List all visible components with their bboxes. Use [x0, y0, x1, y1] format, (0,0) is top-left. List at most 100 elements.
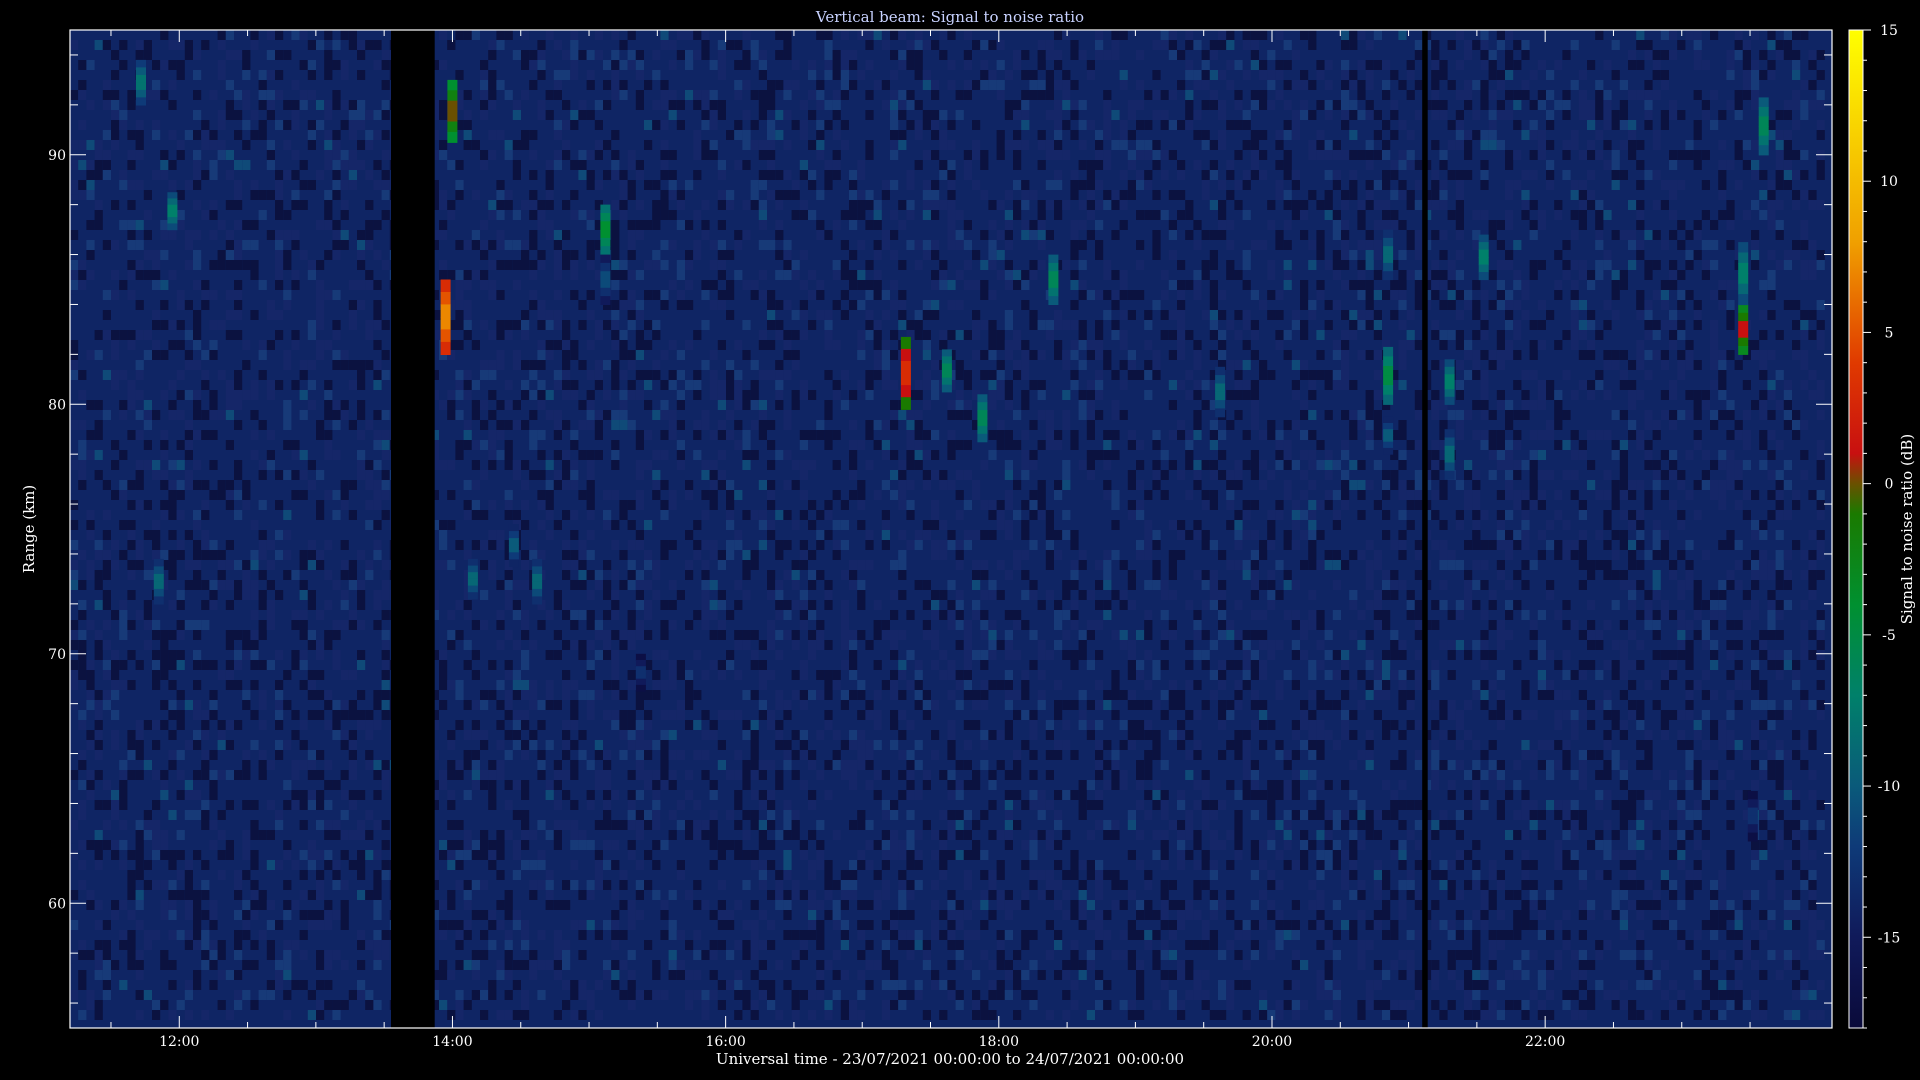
noise-cell — [849, 870, 858, 880]
noise-cell — [463, 510, 472, 520]
noise-cell — [972, 140, 981, 150]
noise-cell — [447, 740, 456, 750]
noise-cell — [152, 880, 161, 890]
noise-cell — [635, 990, 644, 1000]
noise-cell — [570, 620, 579, 630]
noise-cell — [266, 940, 275, 950]
noise-cell — [291, 650, 300, 660]
noise-cell — [283, 400, 292, 410]
noise-cell — [299, 370, 308, 380]
noise-cell — [594, 620, 603, 630]
noise-cell — [644, 600, 653, 610]
noise-cell — [611, 250, 620, 260]
noise-cell — [455, 290, 464, 300]
noise-cell — [70, 280, 79, 290]
noise-cell — [799, 990, 808, 1000]
noise-cell — [1004, 640, 1013, 650]
noise-cell — [439, 190, 448, 200]
noise-cell — [193, 110, 202, 120]
noise-cell — [972, 480, 981, 490]
noise-cell — [1004, 840, 1013, 850]
noise-cell — [898, 870, 907, 880]
noise-cell — [553, 830, 562, 840]
noise-cell — [512, 740, 521, 750]
noise-cell — [348, 670, 357, 680]
noise-cell — [627, 230, 636, 240]
noise-cell — [480, 250, 489, 260]
noise-cell — [1029, 580, 1038, 590]
noise-cell — [980, 190, 989, 200]
noise-cell — [849, 210, 858, 220]
noise-cell — [890, 850, 899, 860]
noise-cell — [767, 370, 776, 380]
noise-cell — [111, 490, 120, 500]
noise-cell — [898, 590, 907, 600]
noise-cell — [791, 1000, 800, 1010]
noise-cell — [521, 620, 530, 630]
noise-cell — [758, 70, 767, 80]
noise-cell — [496, 400, 505, 410]
noise-cell — [824, 690, 833, 700]
noise-cell — [963, 470, 972, 480]
noise-cell — [816, 220, 825, 230]
noise-cell — [906, 650, 915, 660]
noise-cell — [168, 900, 177, 910]
noise-cell — [480, 780, 489, 790]
noise-cell — [709, 490, 718, 500]
noise-cell — [947, 540, 956, 550]
noise-cell — [316, 430, 325, 440]
noise-cell — [857, 520, 866, 530]
noise-cell — [86, 560, 95, 570]
noise-cell — [275, 980, 284, 990]
noise-cell — [972, 180, 981, 190]
noise-cell — [70, 570, 79, 580]
noise-cell — [373, 700, 382, 710]
noise-cell — [127, 380, 136, 390]
noise-cell — [160, 660, 169, 670]
noise-cell — [685, 480, 694, 490]
noise-cell — [152, 840, 161, 850]
noise-cell — [225, 230, 234, 240]
noise-cell — [471, 140, 480, 150]
noise-cell — [701, 610, 710, 620]
noise-cell — [660, 600, 669, 610]
noise-cell — [603, 170, 612, 180]
noise-cell — [316, 770, 325, 780]
noise-cell — [439, 230, 448, 240]
noise-cell — [455, 270, 464, 280]
noise-cell — [242, 640, 251, 650]
noise-cell — [972, 930, 981, 940]
noise-cell — [906, 880, 915, 890]
noise-cell — [553, 900, 562, 910]
noise-cell — [660, 430, 669, 440]
noise-cell — [316, 280, 325, 290]
noise-cell — [603, 810, 612, 820]
noise-cell — [381, 50, 390, 60]
noise-cell — [160, 470, 169, 480]
noise-cell — [717, 200, 726, 210]
noise-cell — [455, 960, 464, 970]
noise-cell — [931, 270, 940, 280]
noise-cell — [1045, 800, 1054, 810]
noise-cell — [767, 940, 776, 950]
noise-cell — [709, 240, 718, 250]
noise-cell — [955, 240, 964, 250]
noise-cell — [873, 240, 882, 250]
noise-cell — [635, 90, 644, 100]
noise-cell — [939, 830, 948, 840]
noise-cell — [767, 620, 776, 630]
noise-cell — [562, 720, 571, 730]
noise-cell — [119, 330, 128, 340]
noise-cell — [242, 930, 251, 940]
noise-cell — [996, 150, 1005, 160]
noise-cell — [685, 300, 694, 310]
noise-cell — [627, 570, 636, 580]
noise-cell — [553, 90, 562, 100]
noise-cell — [135, 730, 144, 740]
noise-cell — [209, 540, 218, 550]
noise-cell — [381, 100, 390, 110]
noise-cell — [865, 310, 874, 320]
noise-cell — [1004, 930, 1013, 940]
noise-cell — [340, 240, 349, 250]
noise-cell — [635, 830, 644, 840]
